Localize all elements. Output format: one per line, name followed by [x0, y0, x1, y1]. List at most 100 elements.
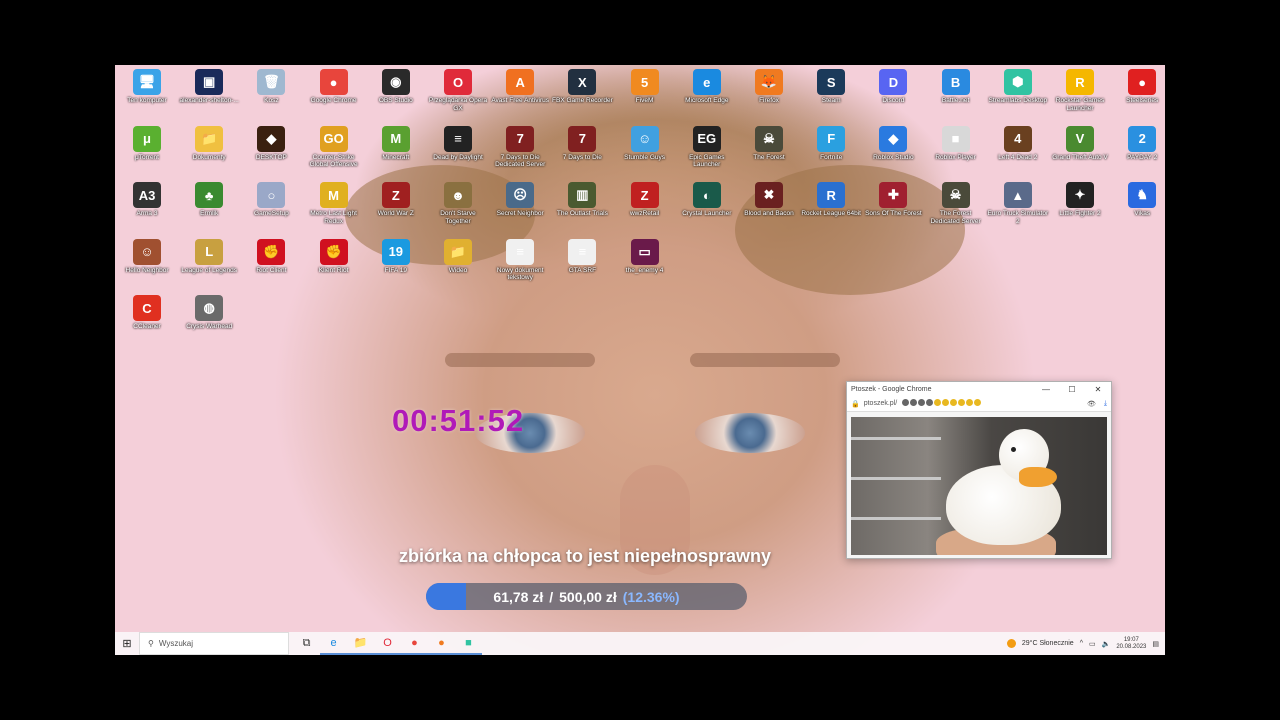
dot-icon — [950, 399, 958, 406]
desktop-icon[interactable]: ≡ Nowy dokument tekstowy — [489, 238, 551, 295]
desktop-icon[interactable]: ☠ The Forest Dedicated Server — [925, 182, 987, 238]
desktop-icon[interactable]: 🗑 Kosz — [240, 69, 302, 125]
duck-video[interactable] — [851, 417, 1107, 555]
desktop-icon[interactable]: ■ Roblox Player — [925, 125, 987, 182]
taskbar-app-edge[interactable]: e — [320, 632, 347, 655]
desktop-icon[interactable]: M Minecraft — [365, 125, 427, 182]
desktop-icon[interactable]: ZwwzRetail — [614, 182, 676, 238]
desktop-icon[interactable]: ▲ Euro Truck Simulator 2 — [987, 182, 1049, 238]
desktop-icon[interactable]: B Battle.net — [925, 69, 987, 125]
desktop-icon[interactable]: ♣ Ermlik — [178, 182, 240, 238]
desktop-icon[interactable]: 4 Left 4 Dead 2 — [987, 125, 1049, 182]
desktop-icon[interactable]: Z World War Z — [365, 182, 427, 238]
clock[interactable]: 19:07 20.08.2023 — [1116, 637, 1146, 651]
desktop-icon[interactable]: F Fortnite — [800, 125, 862, 182]
desktop-icon[interactable]: ☹ Secret Neighbor — [489, 182, 551, 238]
desktop-icon[interactable]: ◆ Roblox Studio — [862, 125, 924, 182]
network-icon[interactable]: ▭ — [1089, 640, 1096, 648]
desktop-icon[interactable]: S Steam — [800, 69, 862, 125]
desktop-icon[interactable]: GO Counter-Strike Global Offensive — [303, 125, 365, 182]
app-icon: ≡ — [568, 238, 597, 265]
chrome-titlebar[interactable]: Ptoszek - Google Chrome — ☐ ✕ — [847, 382, 1111, 396]
desktop-icon[interactable]: C CCleaner — [116, 295, 178, 351]
desktop-icon[interactable]: R Rockstar Games Launcher — [1049, 69, 1111, 125]
search-box[interactable]: ⚲ Wyszukaj — [139, 632, 289, 655]
desktop-icon[interactable]: 77 Days to Die — [551, 125, 613, 182]
desktop-icon[interactable]: ◉ OBS Studio — [365, 69, 427, 125]
desktop-icon[interactable]: R Rocket League 64bit — [800, 182, 862, 238]
desktop-icon[interactable]: ○ GameSetup — [240, 182, 302, 238]
minimize-button[interactable]: — — [1033, 385, 1059, 394]
eye-icon[interactable]: 👁 — [1087, 400, 1096, 408]
taskbar-app-task-view[interactable]: ⧉ — [293, 632, 320, 655]
app-icon: S — [817, 69, 846, 95]
start-button[interactable]: ⊞ — [115, 637, 139, 650]
desktop-icon[interactable]: ● Steelseries — [1111, 69, 1165, 125]
maximize-button[interactable]: ☐ — [1059, 385, 1085, 394]
desktop-icon[interactable]: ⬢ Streamlabs Desktop — [987, 69, 1049, 125]
taskbar-app-opera[interactable]: O — [374, 632, 401, 655]
desktop-icon[interactable]: ☺ Stumble Guys — [614, 125, 676, 182]
desktop-icon[interactable]: ☠ The Forest — [738, 125, 800, 182]
desktop-icon[interactable]: 5 FiveM — [614, 69, 676, 125]
desktop-icon[interactable]: A3 Arma 3 — [116, 182, 178, 238]
desktop-icon[interactable]: ☺ Hello Neighbor — [116, 238, 178, 295]
desktop-icon[interactable]: ✦ Little Fighter 2 — [1049, 182, 1111, 238]
desktop-icon[interactable]: 77 Days to Die Dedicated Server — [489, 125, 551, 182]
desktop-icon[interactable]: D Discord — [862, 69, 924, 125]
tab-dots — [901, 399, 982, 408]
desktop-icon[interactable]: O Przeglądarka Opera GX — [427, 69, 489, 125]
desktop-icon[interactable]: ▥ The Outlast Trials — [551, 182, 613, 238]
desktop-icon[interactable]: 📁 Wideo — [427, 238, 489, 295]
lock-icon: 🔒 — [851, 400, 860, 408]
notifications-icon[interactable]: ▤ — [1152, 640, 1159, 648]
desktop-icon[interactable]: 🖥 Ten komputer — [116, 69, 178, 125]
download-icon[interactable]: ⤓ — [1104, 400, 1107, 408]
weather-icon[interactable] — [1006, 639, 1016, 648]
taskbar-app-explorer[interactable]: 📁 — [347, 632, 374, 655]
desktop-icon[interactable]: A Avast Free Antivirus — [489, 69, 551, 125]
chrome-window-title: Ptoszek - Google Chrome — [851, 385, 932, 393]
desktop-icon[interactable]: 🦊 Firefox — [738, 69, 800, 125]
taskbar-app-streamlabs[interactable]: ■ — [455, 632, 482, 655]
desktop-icon[interactable]: ✊ Klient Riot — [303, 238, 365, 295]
app-icon: 7 — [506, 125, 535, 152]
app-icon: e — [692, 69, 721, 95]
desktop-icon[interactable]: ✚ Sons Of The Forest — [862, 182, 924, 238]
app-icon: ☻ — [444, 182, 472, 208]
desktop-icon[interactable]: ◆ DESKTOP — [240, 125, 302, 182]
desktop-icon[interactable]: ≡ Dead by Daylight — [427, 125, 489, 182]
taskbar-app-firefox[interactable]: ● — [428, 632, 455, 655]
desktop-icon[interactable]: 19 FIFA 19 — [365, 238, 427, 295]
desktop-icon[interactable]: EG Epic Games Launcher — [676, 125, 738, 182]
desktop-icon[interactable]: 2 PAYDAY 2 — [1111, 125, 1165, 182]
desktop-icon[interactable]: ● Google Chrome — [303, 69, 365, 125]
desktop-icon[interactable]: μ μTorrent — [116, 125, 178, 182]
desktop-icon[interactable]: ▣ alexander-shelton-... — [178, 69, 240, 125]
chrome-window[interactable]: Ptoszek - Google Chrome — ☐ ✕ 🔒 ptoszek.… — [846, 381, 1112, 559]
weather-text[interactable]: 29°C Słonecznie — [1022, 640, 1074, 647]
desktop-icon[interactable]: ✊ Riot Client — [240, 238, 302, 295]
desktop-icon[interactable]: V Grand Theft Auto V — [1049, 125, 1111, 182]
desktop-icon[interactable]: ◐ Crystal Launcher — [676, 182, 738, 238]
desktop-icon[interactable]: ✖ Blood and Bacon — [738, 182, 800, 238]
desktop-icon[interactable]: ≡ GTA SRF — [551, 238, 613, 295]
desktop-icon[interactable]: ◍ Crysis Warhead — [178, 295, 240, 351]
desktop-icon[interactable]: ☻ Don't Starve Together — [427, 182, 489, 238]
close-button[interactable]: ✕ — [1085, 385, 1111, 394]
taskbar-app-chrome[interactable]: ● — [401, 632, 428, 655]
desktop-icon[interactable]: X FBX Game Recorder — [551, 69, 613, 125]
desktop-icon[interactable]: L League of Legends — [178, 238, 240, 295]
volume-icon[interactable]: 🔈 — [1102, 640, 1111, 648]
desktop-icon-label: alexander-shelton-... — [179, 97, 239, 104]
desktop-icon[interactable]: e Microsoft Edge — [676, 69, 738, 125]
desktop-icon[interactable]: ▭ the_enemy 4 — [614, 238, 676, 295]
chevron-up-icon[interactable]: ^ — [1080, 640, 1083, 647]
url-text[interactable]: ptoszek.pl/ — [864, 400, 897, 407]
desktop-icon-label: Metro Last Light Redux — [310, 210, 357, 225]
app-icon: μ — [133, 125, 161, 152]
desktop-icon[interactable]: ♞ Vikas — [1111, 182, 1165, 238]
address-bar[interactable]: 🔒 ptoszek.pl/ 👁 ⤓ — [847, 396, 1111, 412]
desktop-icon[interactable]: 📁 Dokumenty — [178, 125, 240, 182]
desktop-icon[interactable]: M Metro Last Light Redux — [303, 182, 365, 238]
